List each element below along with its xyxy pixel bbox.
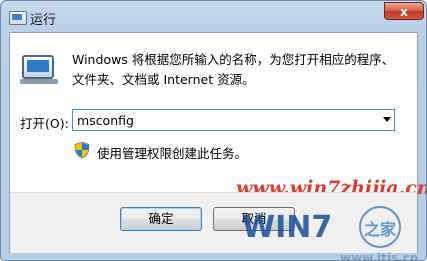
ok-button[interactable]: 确定 — [120, 207, 202, 231]
window-title: 运行 — [30, 13, 57, 28]
run-app-icon — [9, 11, 27, 25]
dropdown-arrow-icon[interactable] — [383, 117, 391, 122]
run-dialog-window: 运行 x Windows 将根据您所输入的名称，为您打开相应的程序、 文件夹、文… — [0, 0, 427, 261]
description-line-2: 文件夹、文档或 Internet 资源。 — [72, 72, 255, 87]
uac-shield-icon — [74, 141, 90, 159]
watermark-site: www.itjs.cn — [340, 251, 419, 261]
watermark-logo-text: WIN7 — [242, 210, 332, 245]
run-icon — [20, 55, 58, 84]
open-combobox[interactable]: msconfig — [72, 109, 395, 131]
open-label: 打开(O): — [20, 116, 69, 131]
watermark-logo-tail: 之家 — [364, 220, 397, 239]
description: Windows 将根据您所输入的名称，为您打开相应的程序、 文件夹、文档或 In… — [72, 50, 402, 90]
title-bar[interactable]: 运行 x — [1, 1, 426, 33]
close-button[interactable]: x — [384, 2, 424, 20]
dialog-body: Windows 将根据您所输入的名称，为您打开相应的程序、 文件夹、文档或 In… — [9, 32, 426, 260]
watermark-logo: WIN7 之家 — [242, 206, 401, 248]
admin-privilege-note: 使用管理权限创建此任务。 — [97, 146, 248, 161]
open-input-value[interactable]: msconfig — [77, 113, 134, 128]
description-line-1: Windows 将根据您所输入的名称，为您打开相应的程序、 — [72, 52, 395, 67]
